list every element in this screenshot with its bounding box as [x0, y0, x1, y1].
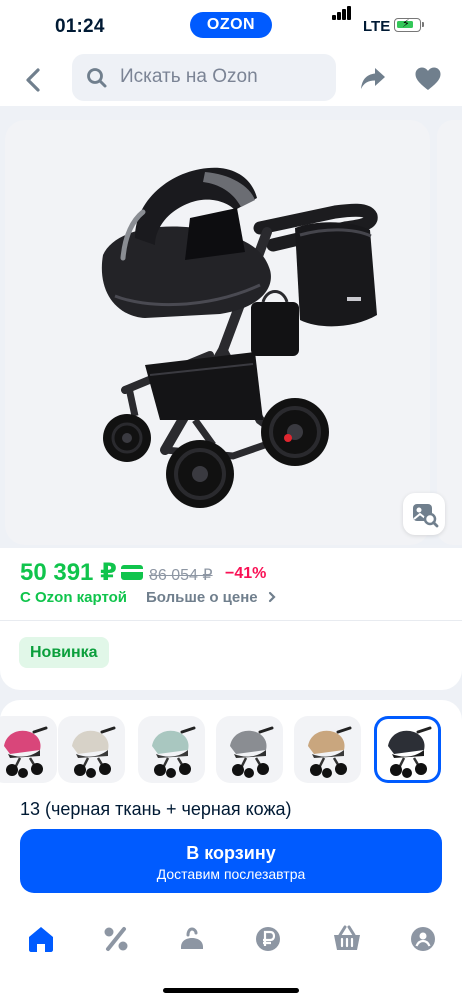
more-price-label: Больше о цене — [146, 589, 258, 606]
home-icon — [29, 927, 53, 952]
share-icon — [361, 68, 385, 89]
tab-home[interactable] — [19, 917, 63, 961]
battery-icon: ⚡ — [394, 18, 421, 32]
credit-card-icon — [121, 565, 143, 580]
divider — [0, 620, 462, 621]
add-to-cart-button[interactable]: В корзину Доставим послезавтра — [20, 829, 442, 893]
variant-thumbnail[interactable] — [58, 716, 125, 783]
home-indicator — [163, 988, 299, 993]
chevron-left-icon — [26, 68, 40, 92]
tab-cart[interactable] — [325, 917, 369, 961]
ozon-logo: OZON — [190, 12, 272, 38]
share-button[interactable] — [359, 66, 387, 97]
ozon-card-caption: С Ozon картой — [20, 589, 128, 606]
percent-icon — [104, 927, 128, 951]
price: 50 391 ₽ — [20, 559, 117, 586]
stroller-thumbnail-image — [308, 726, 352, 778]
image-search-icon — [413, 504, 439, 528]
search-icon — [87, 68, 107, 88]
delivery-label: Доставим послезавтра — [156, 866, 306, 882]
battery-cap — [422, 22, 424, 27]
tab-discounts[interactable] — [94, 917, 138, 961]
charging-icon: ⚡ — [402, 18, 410, 30]
tab-profile[interactable] — [401, 917, 445, 961]
search-input[interactable]: Искать на Ozon — [72, 54, 336, 101]
favorite-button[interactable] — [414, 66, 442, 97]
chevron-right-icon — [268, 591, 276, 603]
discount-badge: −41% — [225, 565, 267, 582]
search-placeholder: Искать на Ozon — [120, 66, 258, 87]
variant-thumbnail[interactable] — [216, 716, 283, 783]
heart-icon — [415, 67, 441, 90]
top-bar: Искать на Ozon — [0, 54, 462, 106]
back-button[interactable] — [18, 64, 50, 96]
status-time: 01:24 — [55, 16, 105, 37]
variant-thumbnail[interactable] — [0, 716, 57, 783]
status-bar: 01:24 OZON LTE ⚡ — [0, 0, 462, 54]
tab-bar — [0, 905, 462, 1000]
stroller-thumbnail-image — [4, 726, 48, 778]
old-price: 86 054 ₽ — [149, 567, 213, 584]
cart-icon — [334, 925, 360, 950]
variant-thumbnail[interactable] — [374, 716, 441, 783]
stroller-image — [101, 167, 378, 508]
profile-icon — [411, 927, 435, 951]
variant-thumbnail[interactable] — [294, 716, 361, 783]
stroller-thumbnail-image — [72, 726, 116, 778]
tab-catalog[interactable] — [170, 917, 214, 961]
stroller-thumbnail-image — [388, 726, 432, 778]
new-badge: Новинка — [19, 637, 109, 668]
add-to-cart-label: В корзину — [186, 843, 276, 863]
more-price-link[interactable]: Больше о цене — [146, 589, 278, 606]
catalog-icon — [181, 927, 203, 949]
variant-thumbnail[interactable] — [138, 716, 205, 783]
visual-search-button[interactable] — [403, 493, 445, 535]
tab-finance[interactable] — [246, 917, 290, 961]
product-gallery[interactable] — [5, 120, 430, 545]
ruble-icon — [256, 927, 280, 951]
variant-title: 13 (черная ткань + черная кожа) — [20, 799, 292, 819]
stroller-thumbnail-image — [152, 726, 196, 778]
gallery-next-image[interactable] — [437, 120, 462, 545]
stroller-thumbnail-image — [230, 726, 274, 778]
network-type: LTE — [363, 18, 391, 35]
